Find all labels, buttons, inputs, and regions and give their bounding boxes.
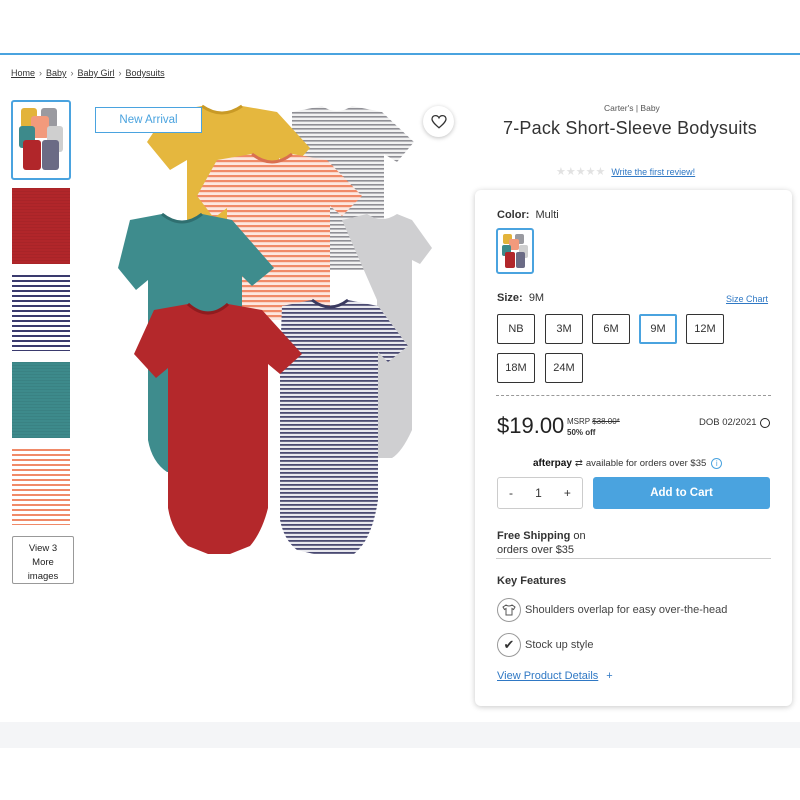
shipping-threshold-text: orders over $35	[497, 544, 575, 556]
quantity-value[interactable]: 1	[535, 486, 542, 500]
afterpay-logo: afterpay	[533, 458, 572, 469]
shirt-icon	[497, 598, 521, 622]
size-option-9m[interactable]: 9M	[639, 314, 677, 344]
shipping-on-text: on	[573, 530, 586, 542]
thumbnail-orange-stripe[interactable]	[12, 449, 70, 525]
brand-name: Carter's | Baby	[604, 103, 660, 113]
breadcrumb-bodysuits[interactable]: Bodysuits	[126, 68, 165, 78]
size-chart-link[interactable]: Size Chart	[726, 294, 768, 304]
discount-text: 50% off	[567, 428, 596, 437]
msrp-value: $38.00*	[592, 417, 620, 426]
free-shipping-text: Free Shipping	[497, 530, 571, 542]
multi-color-swatch-icon	[500, 232, 530, 270]
dob-option[interactable]: DOB 02/2021	[699, 417, 770, 428]
increment-button[interactable]: +	[564, 486, 571, 500]
color-value: Multi	[535, 209, 559, 221]
thumbnail-pack[interactable]	[11, 100, 71, 180]
shipping-info: Free Shipping on orders over $35	[497, 529, 586, 557]
view-product-details-link[interactable]: View Product Details +	[497, 670, 613, 682]
new-arrival-badge: New Arrival	[95, 107, 202, 133]
breadcrumb-baby[interactable]: Baby	[46, 68, 67, 78]
size-value: 9M	[528, 292, 545, 304]
view-more-line2: More	[32, 557, 54, 568]
breadcrumb: Home › Baby › Baby Girl › Bodysuits	[11, 68, 165, 78]
chevron-right-icon: ›	[39, 68, 43, 78]
size-option-nb[interactable]: NB	[497, 314, 535, 344]
decrement-button[interactable]: -	[509, 486, 513, 500]
add-to-cart-button[interactable]: Add to Cart	[593, 477, 770, 509]
info-icon[interactable]: i	[711, 458, 723, 469]
review-row: ★★★★★ Write the first review!	[556, 165, 695, 178]
color-label-row: Color: Multi	[497, 209, 559, 221]
thumbnail-list: View 3 More images	[11, 100, 74, 584]
key-features-title: Key Features	[497, 575, 567, 587]
afterpay-row: afterpay ⇄ available for orders over $35…	[533, 458, 723, 469]
top-divider	[0, 53, 800, 55]
current-price: $19.00	[497, 413, 565, 438]
write-review-link[interactable]: Write the first review!	[611, 167, 695, 177]
afterpay-text: available for orders over $35	[585, 458, 707, 469]
breadcrumb-home[interactable]: Home	[11, 68, 35, 78]
product-title: 7-Pack Short-Sleeve Bodysuits	[503, 118, 757, 138]
view-more-images-button[interactable]: View 3 More images	[12, 536, 74, 584]
color-label: Color:	[497, 209, 530, 221]
afterpay-arrows-icon: ⇄	[574, 458, 583, 469]
purchase-panel: Color: Multi Size: 9M Size Chart NB 3M 6…	[475, 190, 792, 706]
msrp-label: MSRP	[567, 417, 590, 426]
rating-stars-icon: ★★★★★	[556, 166, 606, 178]
favorite-button[interactable]	[423, 106, 454, 137]
radio-circle-icon	[759, 417, 770, 428]
bodysuit-pack-thumbnail	[15, 104, 67, 176]
size-option-18m[interactable]: 18M	[497, 353, 535, 383]
dob-text: DOB 02/2021	[699, 417, 757, 428]
feature-item: ✔ Stock up style	[497, 633, 593, 657]
heart-icon	[430, 114, 447, 129]
thumbnail-navy-stripe[interactable]	[12, 275, 70, 351]
chevron-right-icon: ›	[70, 68, 74, 78]
footer-band	[0, 722, 800, 748]
size-option-12m[interactable]: 12M	[686, 314, 724, 344]
size-label-row: Size: 9M	[497, 292, 544, 304]
product-main-image	[118, 104, 432, 554]
dashed-divider	[496, 395, 771, 396]
shipping-divider	[496, 558, 771, 559]
feature-text: Stock up style	[525, 639, 594, 651]
size-option-24m[interactable]: 24M	[545, 353, 583, 383]
quantity-stepper: - 1 +	[497, 477, 583, 509]
feature-text: Shoulders overlap for easy over-the-head	[525, 604, 728, 616]
size-option-6m[interactable]: 6M	[592, 314, 630, 344]
breadcrumb-baby-girl[interactable]: Baby Girl	[78, 68, 115, 78]
plus-icon: +	[606, 670, 613, 682]
size-option-3m[interactable]: 3M	[545, 314, 583, 344]
view-more-line3: images	[27, 571, 59, 582]
msrp-block: MSRP $38.00* 50% off	[567, 416, 620, 438]
thumbnail-teal[interactable]	[12, 362, 70, 438]
color-swatch-multi[interactable]	[496, 228, 534, 274]
chevron-right-icon: ›	[118, 68, 122, 78]
feature-item: Shoulders overlap for easy over-the-head	[497, 598, 727, 622]
view-more-line1: View 3	[28, 543, 58, 554]
thumbnail-red[interactable]	[12, 188, 70, 264]
view-details-text: View Product Details	[497, 670, 599, 682]
size-label: Size:	[497, 292, 523, 304]
checkmark-icon: ✔	[497, 633, 521, 657]
